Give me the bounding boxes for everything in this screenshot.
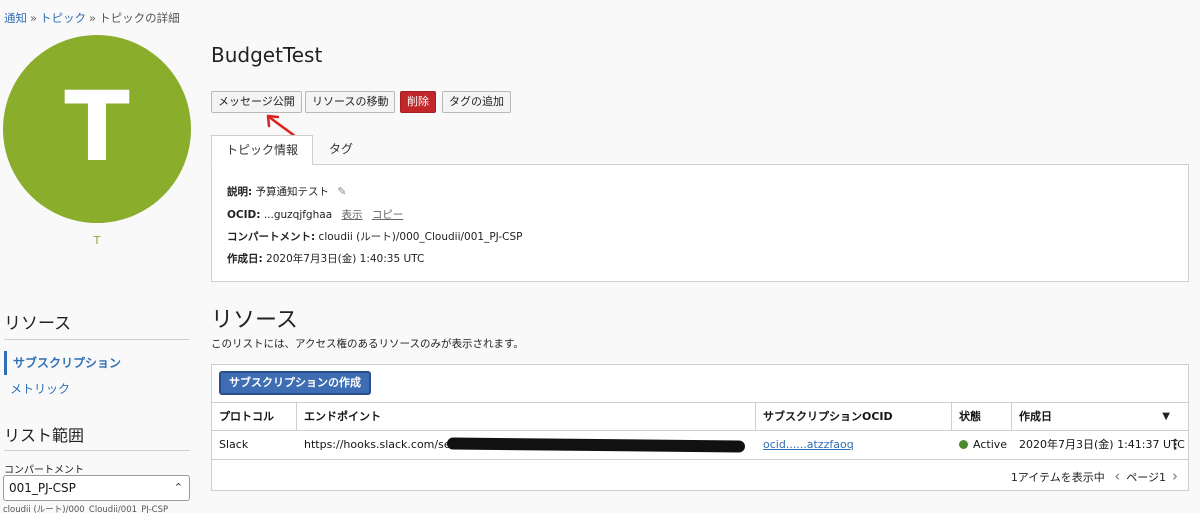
compartment-label: コンパートメント <box>4 465 84 476</box>
move-resource-button[interactable]: リソースの移動 <box>305 91 396 113</box>
create-subscription-button[interactable]: サブスクリプションの作成 <box>219 371 371 395</box>
description-label: 説明: <box>227 186 253 198</box>
topic-info-panel: 説明: 予算通知テスト ✎ OCID: ...guzqjfghaa 表示 コピー… <box>211 164 1189 282</box>
column-header-ocid[interactable]: サブスクリプションOCID <box>756 403 952 430</box>
breadcrumb-notifications[interactable]: 通知 <box>4 11 27 25</box>
column-header-created[interactable]: 作成日 ▼ <box>1012 403 1188 430</box>
pager-count: 1アイテムを表示中 <box>1010 471 1105 484</box>
compartment-info-label: コンパートメント: <box>227 231 316 243</box>
subscriptions-table: プロトコル エンドポイント サブスクリプションOCID 状態 作成日 ▼ Sla… <box>212 402 1188 460</box>
avatar: T <box>3 35 191 223</box>
sidebar-resources-heading: リソース <box>4 314 72 334</box>
sort-down-icon[interactable]: ▼ <box>1162 403 1170 430</box>
compartment-info-value: cloudii (ルート)/000_Cloudii/001_PJ-CSP <box>318 231 523 243</box>
column-header-created-label: 作成日 <box>1019 410 1052 423</box>
tab-tags[interactable]: タグ <box>315 135 367 165</box>
chevron-left-icon[interactable]: ‹ <box>1114 467 1120 485</box>
compartment-select-value: 001_PJ-CSP <box>9 481 76 495</box>
compartment-row: コンパートメント: cloudii (ルート)/000_Cloudii/001_… <box>227 229 523 244</box>
table-header: プロトコル エンドポイント サブスクリプションOCID 状態 作成日 ▼ <box>212 403 1188 431</box>
created-row: 作成日: 2020年7月3日(金) 1:40:35 UTC <box>227 251 424 266</box>
breadcrumb-separator: » <box>89 11 97 25</box>
status-active-icon <box>959 440 968 449</box>
redaction-mark <box>446 437 746 453</box>
subscription-ocid-link[interactable]: ocid......atzzfaoq <box>763 438 854 451</box>
avatar-letter: T <box>64 71 130 183</box>
breadcrumb-current: トピックの詳細 <box>99 11 180 25</box>
sidebar-divider <box>4 450 190 451</box>
resources-description: このリストには、アクセス権のあるリソースのみが表示されます。 <box>211 338 524 350</box>
column-header-endpoint[interactable]: エンドポイント <box>297 403 756 430</box>
sidebar-scope-heading: リスト範囲 <box>4 426 85 445</box>
add-tag-button[interactable]: タグの追加 <box>442 91 511 113</box>
cell-created: 2020年7月3日(金) 1:41:37 UTC ⋮ <box>1012 431 1188 459</box>
pagination: 1アイテムを表示中 ‹ ページ1 › <box>1011 466 1184 486</box>
ocid-row: OCID: ...guzqjfghaa 表示 コピー <box>227 207 403 222</box>
sidebar-item-metrics[interactable]: メトリック <box>4 377 190 401</box>
compartment-path: cloudii (ルート)/000_Cloudii/001_PJ-CSP <box>3 505 169 513</box>
chevron-right-icon[interactable]: › <box>1172 467 1178 485</box>
created-text: 2020年7月3日(金) 1:41:37 UTC <box>1019 438 1185 451</box>
ocid-copy-link[interactable]: コピー <box>372 209 404 221</box>
avatar-caption: T <box>93 234 101 247</box>
breadcrumb: 通知» トピック» トピックの詳細 <box>4 10 180 26</box>
column-header-status[interactable]: 状態 <box>952 403 1012 430</box>
breadcrumb-separator: » <box>30 11 38 25</box>
delete-button[interactable]: 削除 <box>400 91 436 113</box>
breadcrumb-topics[interactable]: トピック <box>40 11 86 25</box>
sidebar-item-subscriptions[interactable]: サブスクリプション <box>4 351 190 375</box>
tab-topic-info[interactable]: トピック情報 <box>211 135 314 165</box>
table-row: Slack https://hooks.slack.com/services o… <box>212 431 1188 460</box>
resources-title: リソース <box>211 308 298 333</box>
cell-endpoint: https://hooks.slack.com/services <box>297 431 756 459</box>
ocid-label: OCID: <box>227 209 261 221</box>
sidebar-divider <box>4 339 190 340</box>
pager-page: ページ1 <box>1126 471 1166 484</box>
created-label: 作成日: <box>227 253 263 265</box>
status-text: Active <box>973 438 1008 451</box>
created-value: 2020年7月3日(金) 1:40:35 UTC <box>266 253 425 265</box>
cell-ocid: ocid......atzzfaoq <box>756 431 952 459</box>
ocid-value: ...guzqjfghaa <box>263 209 333 221</box>
chevron-updown-icon: ⌃ <box>173 481 183 494</box>
description-row: 説明: 予算通知テスト ✎ <box>227 184 347 199</box>
ocid-show-link[interactable]: 表示 <box>341 209 362 221</box>
column-header-protocol[interactable]: プロトコル <box>212 403 297 430</box>
compartment-select[interactable]: 001_PJ-CSP ⌃ <box>3 475 190 501</box>
description-value: 予算通知テスト <box>255 186 330 198</box>
page-title: BudgetTest <box>211 43 323 67</box>
cell-status: Active <box>952 431 1012 459</box>
more-actions-icon[interactable]: ⋮ <box>1168 431 1182 459</box>
cell-protocol: Slack <box>219 438 249 451</box>
pencil-icon[interactable]: ✎ <box>337 185 346 198</box>
resources-panel: サブスクリプションの作成 プロトコル エンドポイント サブスクリプションOCID… <box>211 364 1189 491</box>
